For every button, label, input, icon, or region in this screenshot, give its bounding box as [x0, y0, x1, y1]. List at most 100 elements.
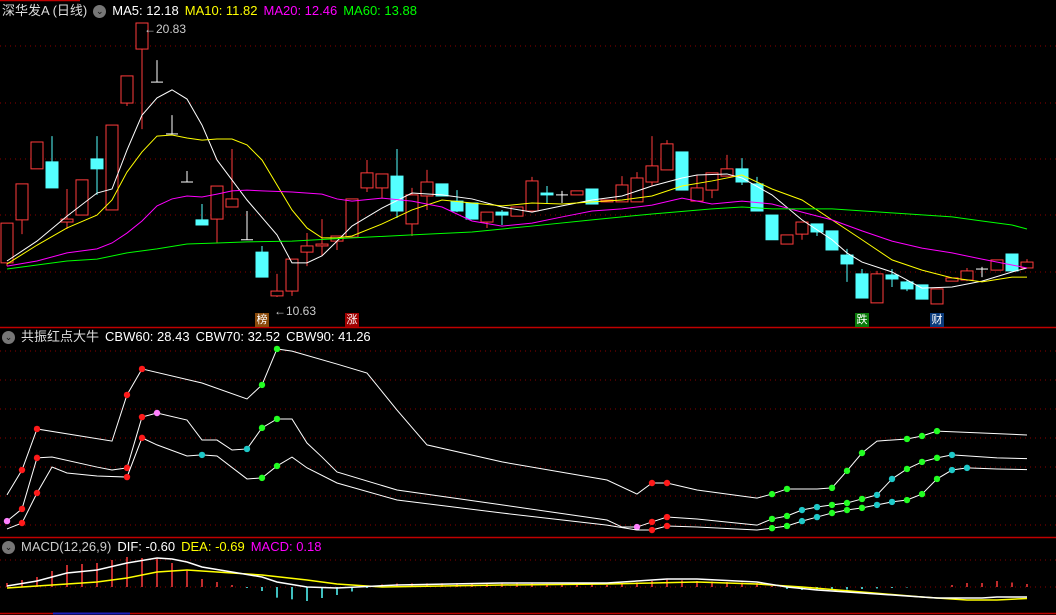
candle-body	[105, 124, 119, 211]
dif-line	[6, 557, 1027, 599]
signal-dot	[768, 490, 776, 498]
signal-dot	[888, 475, 896, 483]
chart-canvas[interactable]	[0, 0, 1056, 615]
candle-body	[375, 173, 389, 189]
candle-body	[960, 270, 974, 281]
signal-dot	[243, 445, 251, 453]
signal-dot	[918, 432, 926, 440]
signal-dot	[273, 462, 281, 470]
candle-body	[285, 258, 299, 292]
candle-body	[570, 190, 584, 196]
candle-body	[870, 273, 884, 304]
chevron-down-icon[interactable]: ⌄	[2, 540, 15, 554]
signal-dot	[768, 515, 776, 523]
candle-body	[405, 194, 419, 225]
candle-body	[780, 234, 794, 245]
signal-dot	[258, 381, 266, 389]
chevron-down-icon[interactable]: ⌄	[2, 330, 15, 344]
signal-dot	[783, 522, 791, 530]
ma-line-ma20	[6, 189, 1028, 269]
candle-body	[300, 245, 314, 253]
signal-dot	[663, 522, 671, 530]
event-marker[interactable]: 财	[930, 313, 944, 327]
event-marker[interactable]: 榜	[255, 313, 269, 327]
ma20-value: MA20: 12.46	[263, 3, 338, 18]
line-cbw60	[6, 437, 1028, 531]
signal-dot	[33, 454, 41, 462]
ma5-value: MA5: 12.18	[112, 3, 179, 18]
signal-dot	[768, 524, 776, 532]
event-marker[interactable]: 跌	[855, 313, 869, 327]
event-marker[interactable]: 涨	[345, 313, 359, 327]
candle-body	[525, 180, 539, 212]
signal-dot	[828, 484, 836, 492]
macd-panel-header: ⌄ MACD(12,26,9) DIF: -0.60 DEA: -0.69 MA…	[2, 538, 328, 556]
candle-body	[495, 211, 509, 216]
signal-dot	[648, 479, 656, 487]
dea-line	[6, 569, 1028, 601]
signal-dot	[783, 485, 791, 493]
signal-dot	[933, 427, 941, 435]
price-panel-header: 深华发A (日线) ⌄ MA5: 12.18 MA10: 11.82 MA20:…	[2, 2, 423, 20]
signal-dot	[888, 498, 896, 506]
line-cbw90	[6, 348, 1028, 499]
signal-dot	[948, 451, 956, 459]
macd-title: MACD(12,26,9)	[21, 539, 112, 554]
signal-dot	[963, 464, 971, 472]
candle-body	[30, 141, 44, 170]
candle-body	[765, 214, 779, 241]
signal-dot	[843, 467, 851, 475]
macd-value: MACD: 0.18	[250, 539, 322, 554]
signal-dot	[258, 474, 266, 482]
ma10-value: MA10: 11.82	[184, 3, 258, 18]
candle-body	[45, 161, 59, 189]
signal-dot	[813, 503, 821, 511]
signal-dot	[18, 505, 26, 513]
ma60-value: MA60: 13.88	[343, 3, 417, 18]
signal-dot	[123, 391, 131, 399]
signal-dot	[813, 513, 821, 521]
candle-body	[825, 230, 839, 251]
chevron-down-icon[interactable]: ⌄	[93, 4, 107, 18]
signal-dot	[33, 425, 41, 433]
signal-dot	[903, 435, 911, 443]
signal-dot	[903, 496, 911, 504]
cbw60-value: CBW60: 28.43	[105, 329, 190, 344]
signal-dot	[918, 458, 926, 466]
cbw90-value: CBW90: 41.26	[286, 329, 371, 344]
signal-dot	[858, 495, 866, 503]
stock-title: 深华发A (日线)	[2, 3, 88, 18]
signal-dot	[828, 501, 836, 509]
signal-dot	[843, 499, 851, 507]
candle-body	[210, 185, 224, 220]
candle-body	[810, 223, 824, 233]
indicator-title: 共振红点大牛	[21, 329, 100, 344]
candle-body	[465, 202, 479, 220]
candle-body	[450, 200, 464, 212]
candle-body	[195, 219, 209, 226]
signal-dot	[873, 491, 881, 499]
signal-dot	[918, 490, 926, 498]
signal-dot	[933, 454, 941, 462]
signal-dot	[123, 473, 131, 481]
candle-body	[690, 187, 704, 202]
signal-dot	[783, 512, 791, 520]
candle-body	[795, 221, 809, 235]
signal-dot	[828, 509, 836, 517]
signal-dot	[258, 424, 266, 432]
candle-body	[390, 175, 404, 212]
signal-dot	[663, 513, 671, 521]
candle-body	[120, 75, 134, 104]
candle-body	[75, 179, 89, 216]
candle-body	[480, 211, 494, 223]
candle-body	[660, 143, 674, 171]
candle-body	[225, 198, 239, 208]
signal-dot	[843, 506, 851, 514]
signal-dot	[903, 465, 911, 473]
candle-body	[645, 165, 659, 183]
line-cbw70	[6, 412, 1028, 528]
signal-dot	[648, 518, 656, 526]
candle-body	[930, 288, 944, 305]
signal-dot	[663, 479, 671, 487]
low-price-label: ←10.63	[274, 304, 317, 318]
